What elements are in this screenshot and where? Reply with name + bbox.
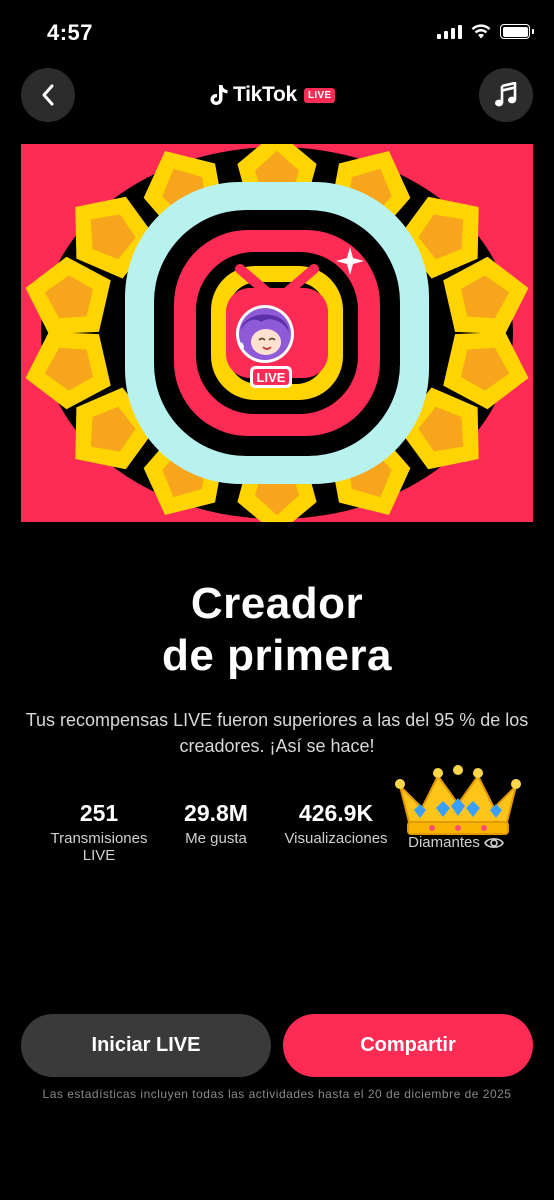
eye-icon bbox=[483, 837, 504, 848]
status-bar: 4:57 bbox=[0, 0, 554, 60]
start-live-button[interactable]: Iniciar LIVE bbox=[21, 1014, 271, 1077]
tiktok-live-logo: TikTok LIVE bbox=[209, 83, 336, 107]
header: TikTok LIVE bbox=[0, 68, 554, 122]
hero-artwork: LIVE bbox=[21, 144, 533, 522]
stat-label: Me gusta bbox=[185, 830, 247, 847]
cellular-signal-icon bbox=[437, 24, 462, 39]
tiktok-note-icon bbox=[210, 85, 228, 105]
wifi-icon bbox=[471, 24, 491, 39]
stat-label: Visualizaciones bbox=[284, 830, 388, 847]
title-line-1: Creador bbox=[190, 579, 364, 628]
hero-live-badge: LIVE bbox=[257, 370, 286, 385]
stats-footnote: Las estadísticas incluyen todas las acti… bbox=[42, 1087, 512, 1101]
stat-likes: 29.8M Me gusta bbox=[168, 798, 264, 847]
subtitle: Tus recompensas LIVE fueron superiores a… bbox=[25, 710, 529, 756]
stat-value: 426.9K bbox=[298, 800, 374, 826]
diamonds-label: Diamantes bbox=[408, 834, 480, 851]
chevron-left-icon bbox=[42, 84, 54, 106]
hero-illustration: LIVE bbox=[21, 144, 533, 522]
stat-value: 29.8M bbox=[184, 800, 248, 826]
logo-text: TikTok bbox=[233, 83, 297, 106]
live-tag: LIVE bbox=[303, 87, 336, 103]
stat-live-streams: 251 Transmisiones LIVE bbox=[47, 798, 151, 864]
music-note-icon bbox=[495, 82, 517, 107]
share-button[interactable]: Compartir bbox=[283, 1014, 533, 1077]
crown-icon bbox=[395, 765, 521, 835]
stat-views: 426.9K Visualizaciones bbox=[284, 798, 388, 847]
title-line-2: de primera bbox=[162, 631, 392, 680]
status-time: 4:57 bbox=[47, 20, 94, 45]
music-button[interactable] bbox=[479, 68, 533, 122]
stat-label: Transmisiones LIVE bbox=[50, 830, 148, 864]
status-icons bbox=[437, 24, 534, 39]
stat-value: 251 bbox=[79, 800, 119, 826]
back-button[interactable] bbox=[21, 68, 75, 122]
page-title: Creador de primera bbox=[0, 578, 554, 682]
battery-icon bbox=[500, 24, 534, 39]
diamonds-toggle[interactable]: Diamantes bbox=[400, 834, 512, 851]
